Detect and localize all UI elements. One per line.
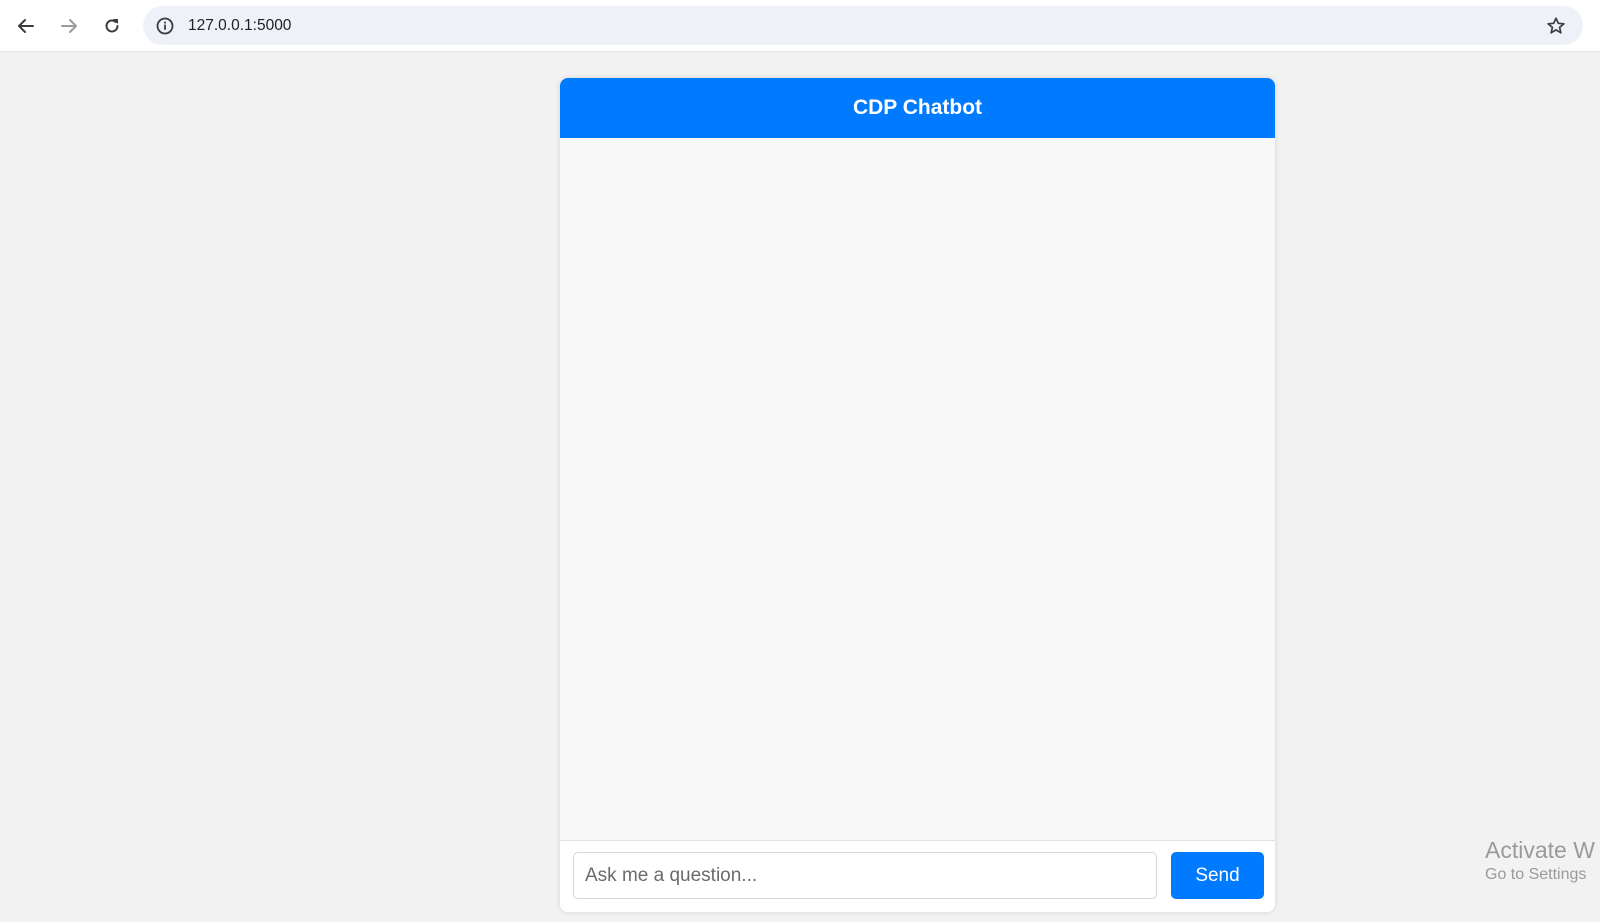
watermark-line2: Go to Settings: [1485, 866, 1587, 883]
chat-input-bar: Send: [560, 840, 1275, 912]
browser-toolbar: 127.0.0.1:5000: [0, 0, 1600, 52]
site-info-button[interactable]: [151, 12, 178, 39]
question-input[interactable]: [573, 852, 1157, 899]
star-icon: [1546, 16, 1565, 34]
bookmark-button[interactable]: [1542, 12, 1569, 39]
chat-messages-area[interactable]: [560, 138, 1275, 840]
reload-icon: [105, 19, 119, 33]
back-button[interactable]: [10, 10, 42, 42]
chat-header: CDP Chatbot: [560, 78, 1275, 138]
url-text[interactable]: 127.0.0.1:5000: [188, 6, 291, 45]
activate-windows-watermark: Activate W Go to Settings: [1485, 836, 1595, 886]
address-bar[interactable]: 127.0.0.1:5000: [143, 6, 1583, 45]
chat-container: CDP Chatbot Send: [560, 78, 1275, 912]
send-button[interactable]: Send: [1171, 852, 1264, 899]
arrow-right-icon: [61, 19, 77, 33]
arrow-left-icon: [18, 19, 34, 33]
chat-title: CDP Chatbot: [852, 96, 983, 119]
forward-button[interactable]: [53, 10, 85, 42]
reload-button[interactable]: [96, 10, 128, 42]
watermark-line1: Activate W: [1485, 837, 1595, 863]
info-icon: [156, 17, 173, 34]
